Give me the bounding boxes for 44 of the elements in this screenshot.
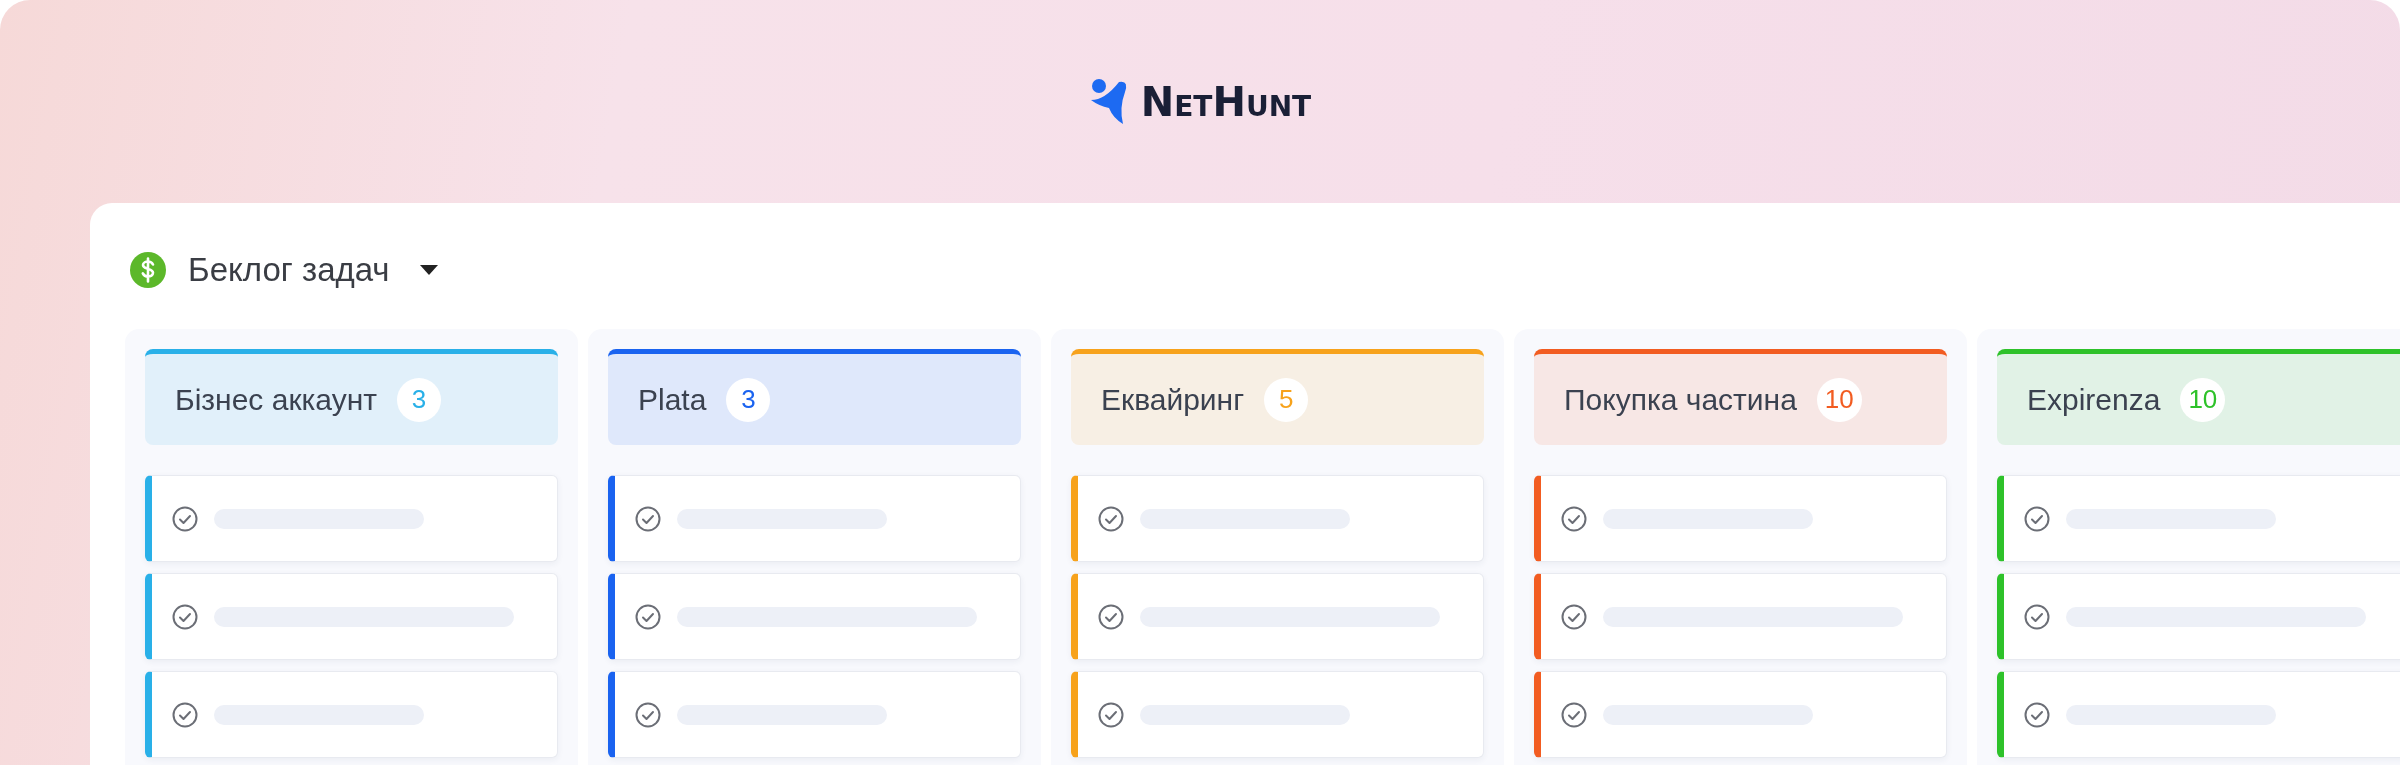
check-circle-icon [1098, 701, 1124, 728]
task-card[interactable] [1534, 573, 1947, 660]
board-title: Беклог задач [188, 251, 390, 289]
check-circle-icon [1561, 701, 1587, 728]
column-name: Expirenza [2027, 382, 2161, 417]
check-circle-icon [1098, 505, 1124, 532]
task-card[interactable] [1997, 671, 2400, 758]
task-card[interactable] [145, 671, 558, 758]
count-badge: 3 [396, 377, 441, 422]
check-circle-icon [2024, 505, 2050, 532]
check-circle-icon [1098, 603, 1124, 630]
task-card[interactable] [1071, 573, 1484, 660]
task-card[interactable] [1534, 671, 1947, 758]
task-card[interactable] [608, 573, 1021, 660]
check-circle-icon [172, 701, 198, 728]
dropdown-caret-icon[interactable] [419, 265, 438, 275]
check-circle-icon [2024, 701, 2050, 728]
column-name: Покупка частина [1564, 382, 1797, 417]
check-circle-icon [172, 505, 198, 532]
count-badge: 10 [2180, 377, 2226, 422]
count-badge: 5 [1264, 377, 1309, 422]
dollar-icon [130, 252, 166, 288]
column-name: Еквайринг [1101, 382, 1245, 417]
column-name: Бізнес аккаунт [175, 382, 377, 417]
check-circle-icon [635, 701, 661, 728]
task-card[interactable] [1997, 475, 2400, 562]
task-card[interactable] [608, 475, 1021, 562]
column-name: Plata [638, 382, 707, 417]
count-badge: 10 [1816, 377, 1862, 422]
check-circle-icon [635, 505, 661, 532]
task-card[interactable] [145, 475, 558, 562]
logo-wordmark: NetHunt [1140, 78, 1312, 125]
task-card[interactable] [1071, 475, 1484, 562]
check-circle-icon [1561, 505, 1587, 532]
count-badge: 3 [726, 377, 771, 422]
task-card[interactable] [1071, 671, 1484, 758]
task-card[interactable] [1997, 573, 2400, 660]
check-circle-icon [2024, 603, 2050, 630]
check-circle-icon [635, 603, 661, 630]
task-card[interactable] [145, 573, 558, 660]
check-circle-icon [172, 603, 198, 630]
check-circle-icon [1561, 603, 1587, 630]
task-card[interactable] [608, 671, 1021, 758]
task-card[interactable] [1534, 475, 1947, 562]
